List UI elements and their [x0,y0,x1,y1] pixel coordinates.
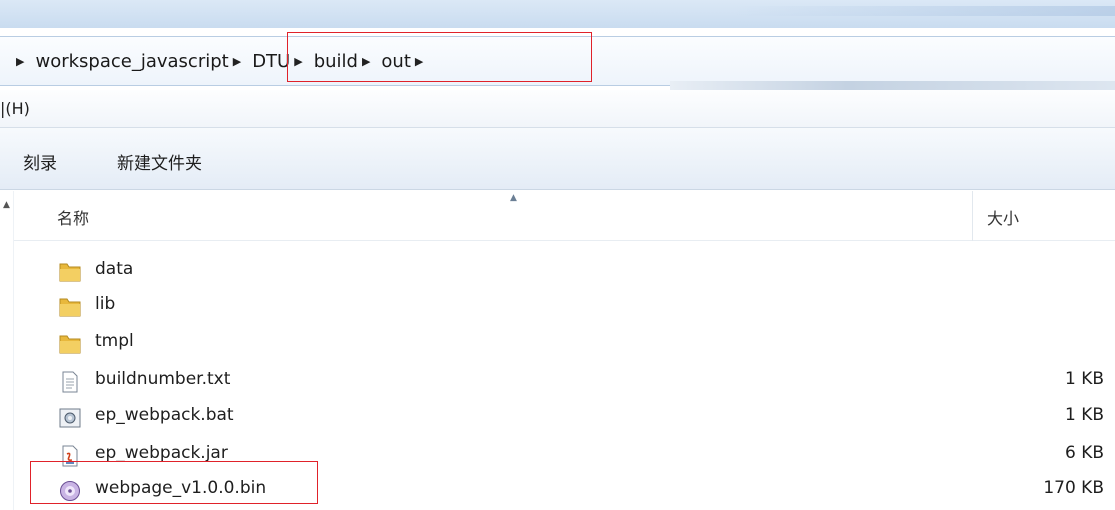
column-divider[interactable] [972,191,973,241]
breadcrumb-arrow-icon[interactable]: ▶ [16,55,24,68]
folder-icon [58,296,82,318]
navigation-pane-edge[interactable] [0,191,14,510]
file-row[interactable]: buildnumber.txt 1 KB [14,362,1115,398]
column-name-header[interactable]: 名称 [57,205,89,229]
file-name: lib [95,294,116,314]
breadcrumb-arrow-icon[interactable]: ▶ [233,55,241,68]
breadcrumb-highlight-annotation [287,32,592,82]
file-size: 1 KB [1064,405,1104,425]
window-title-strip [0,0,1115,28]
breadcrumb-workspace[interactable]: workspace_javascript [35,51,228,72]
file-row[interactable]: tmpl [14,324,1115,360]
file-size: 170 KB [1043,478,1104,498]
file-highlight-annotation [30,461,318,504]
sort-ascending-icon: ▲ [510,193,517,203]
menu-bar: |(H) [0,90,1115,128]
breadcrumb-dtu[interactable]: DTU [252,51,290,72]
text-file-icon [58,371,82,393]
folder-icon [58,333,82,355]
file-name: data [95,259,134,279]
title-blur [735,6,1115,16]
burn-button[interactable]: 刻录 [23,149,57,174]
file-name: buildnumber.txt [95,369,231,389]
nav-collapse-icon[interactable]: ▲ [3,200,10,210]
file-size: 1 KB [1064,369,1104,389]
column-header: ▲ 名称 大小 [14,191,1115,241]
file-name: tmpl [95,331,134,351]
column-size-header[interactable]: 大小 [987,205,1019,229]
menu-help[interactable]: |(H) [0,99,30,118]
file-name: ep_webpack.bat [95,405,234,425]
new-folder-button[interactable]: 新建文件夹 [117,149,202,174]
file-name: ep_webpack.jar [95,443,228,463]
file-row[interactable]: data [14,252,1115,288]
command-toolbar: 刻录 新建文件夹 [0,128,1115,190]
file-row[interactable]: lib [14,287,1115,323]
file-size: 6 KB [1064,443,1104,463]
batch-file-icon [58,407,82,429]
folder-icon [58,261,82,283]
file-row[interactable]: ep_webpack.bat 1 KB [14,398,1115,434]
